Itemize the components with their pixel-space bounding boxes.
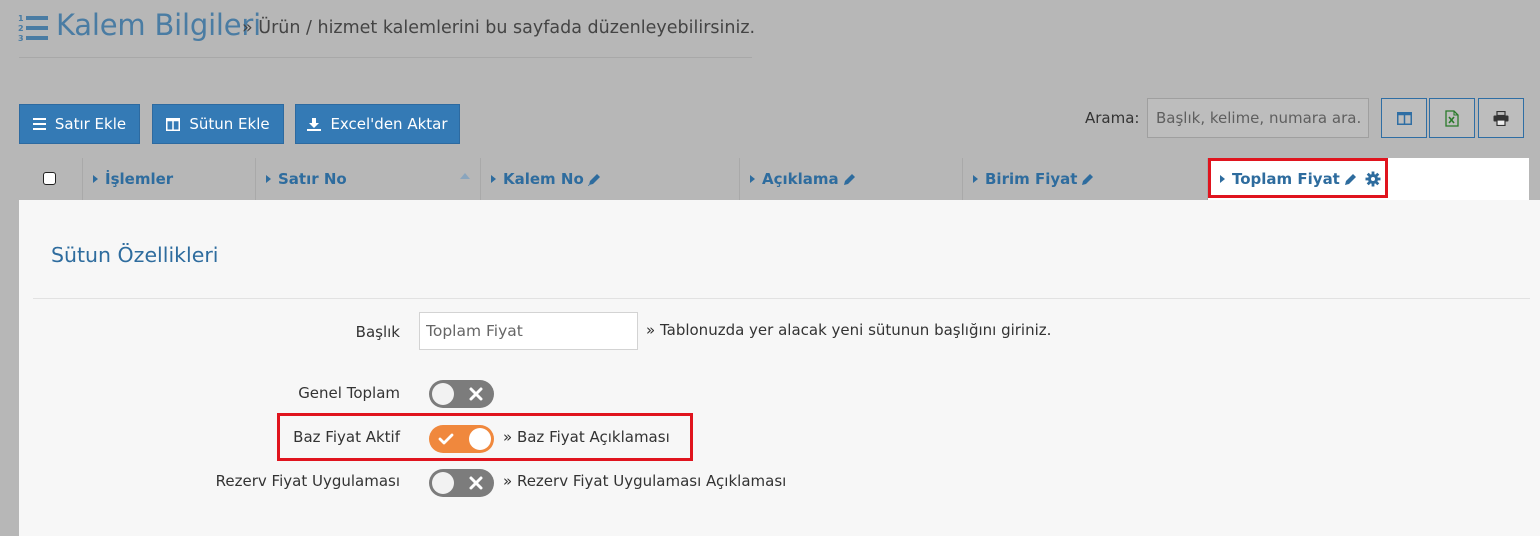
download-icon [307, 118, 322, 131]
columns-icon [166, 117, 181, 131]
add-column-label: Sütun Ekle [189, 115, 270, 133]
caret-right-icon [93, 175, 98, 183]
select-all-checkbox[interactable] [43, 172, 56, 185]
column-header-label: Satır No [278, 170, 347, 188]
columns-icon [1396, 111, 1412, 125]
pencil-icon[interactable] [1080, 172, 1095, 187]
panel-divider [33, 298, 1530, 299]
panel-title: Sütun Özellikleri [51, 243, 219, 267]
column-header-satir-no[interactable]: Satır No [266, 158, 347, 200]
column-divider [739, 158, 740, 200]
print-button[interactable] [1478, 98, 1524, 138]
page-title: Kalem Bilgileri [56, 8, 261, 42]
highlight-box-baz-fiyat [277, 413, 693, 461]
column-header-kalem-no[interactable]: Kalem No [491, 158, 602, 200]
close-icon [469, 476, 483, 490]
field-label-rezerv-fiyat: Rezerv Fiyat Uygulaması [215, 472, 400, 490]
caret-right-icon [750, 175, 755, 183]
add-row-label: Satır Ekle [54, 115, 127, 133]
pencil-icon[interactable] [587, 172, 602, 187]
caret-right-icon [491, 175, 496, 183]
toggle-knob [432, 472, 454, 494]
caret-right-icon [973, 175, 978, 183]
header-divider [19, 57, 752, 58]
search-input[interactable] [1147, 98, 1369, 138]
column-divider [255, 158, 256, 200]
column-divider [962, 158, 963, 200]
column-divider [480, 158, 481, 200]
bars-icon [32, 118, 46, 130]
column-header-label: Birim Fiyat [985, 170, 1078, 188]
genel-toplam-toggle[interactable] [429, 380, 494, 408]
close-icon [469, 387, 483, 401]
page-subtitle: » Ürün / hizmet kalemlerini bu sayfada d… [242, 18, 756, 38]
import-excel-button[interactable]: Excel'den Aktar [295, 104, 460, 144]
import-excel-label: Excel'den Aktar [330, 115, 448, 133]
print-icon [1493, 110, 1509, 126]
baslik-input[interactable] [419, 312, 638, 350]
column-divider [82, 158, 83, 200]
baslik-hint: » Tablonuzda yer alacak yeni sütunun baş… [646, 321, 1052, 339]
column-header-label: Kalem No [503, 170, 584, 188]
field-label-genel-toplam: Genel Toplam [298, 384, 400, 402]
highlight-box-toplam-fiyat [1208, 158, 1388, 198]
svg-text:1: 1 [18, 14, 24, 23]
column-header-aciklama[interactable]: Açıklama [750, 158, 857, 200]
pencil-icon[interactable] [842, 172, 857, 187]
caret-right-icon [266, 175, 271, 183]
column-header-birim-fiyat[interactable]: Birim Fiyat [973, 158, 1095, 200]
rezerv-fiyat-hint: » Rezerv Fiyat Uygulaması Açıklaması [503, 472, 787, 490]
sort-ascending-icon[interactable] [460, 173, 470, 179]
field-label-baslik: Başlık [355, 323, 400, 341]
excel-export-button[interactable] [1429, 98, 1475, 138]
rezerv-fiyat-toggle[interactable] [429, 469, 494, 497]
search-label: Arama: [1085, 109, 1140, 127]
column-header-label: Açıklama [762, 170, 839, 188]
column-visibility-button[interactable] [1381, 98, 1427, 138]
svg-text:2: 2 [18, 24, 24, 33]
column-header-islemler[interactable]: İşlemler [93, 158, 173, 200]
excel-file-icon [1445, 109, 1459, 127]
add-column-button[interactable]: Sütun Ekle [152, 104, 284, 144]
toggle-knob [432, 383, 454, 405]
add-row-button[interactable]: Satır Ekle [19, 104, 140, 144]
svg-text:3: 3 [18, 34, 24, 43]
column-header-label: İşlemler [105, 170, 174, 188]
list-numbered-icon: 1 2 3 [18, 14, 48, 43]
